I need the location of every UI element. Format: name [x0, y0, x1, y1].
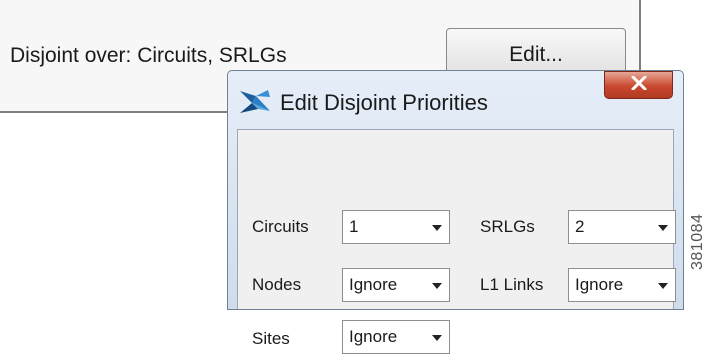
chevron-down-icon: [658, 283, 668, 289]
nodes-label: Nodes: [252, 275, 302, 294]
srlgs-label: SRLGs: [480, 217, 535, 236]
circuits-label: Circuits: [252, 217, 309, 236]
nodes-select-value: Ignore: [349, 275, 398, 294]
sites-select[interactable]: Ignore: [342, 320, 450, 354]
close-button[interactable]: [604, 71, 673, 99]
nodes-select[interactable]: Ignore: [342, 268, 450, 302]
cisco-wae-icon: [238, 87, 272, 117]
srlgs-select[interactable]: 2: [568, 210, 676, 244]
edit-disjoint-priorities-dialog: Edit Disjoint Priorities Circuits 1 SRLG…: [227, 70, 684, 354]
dialog-titlebar[interactable]: Edit Disjoint Priorities: [228, 71, 683, 129]
chevron-down-icon: [658, 225, 668, 231]
chevron-down-icon: [432, 283, 442, 289]
circuits-select[interactable]: 1: [342, 210, 450, 244]
disjoint-summary: Disjoint over: Circuits, SRLGs: [10, 44, 287, 67]
close-icon: [631, 75, 647, 95]
dialog-title: Edit Disjoint Priorities: [280, 90, 488, 115]
l1-links-select-value: Ignore: [575, 275, 624, 294]
chevron-down-icon: [432, 225, 442, 231]
l1-links-label: L1 Links: [480, 275, 544, 294]
circuits-select-value: 1: [349, 217, 359, 236]
srlgs-select-value: 2: [575, 217, 585, 236]
chevron-down-icon: [432, 335, 442, 341]
sites-select-value: Ignore: [349, 327, 398, 346]
dialog-content: Circuits 1 SRLGs 2 Nodes Ignore L1 Links…: [237, 129, 676, 354]
sites-label: Sites: [252, 329, 290, 348]
figure-id: 381084: [689, 213, 706, 270]
l1-links-select[interactable]: Ignore: [568, 268, 676, 302]
